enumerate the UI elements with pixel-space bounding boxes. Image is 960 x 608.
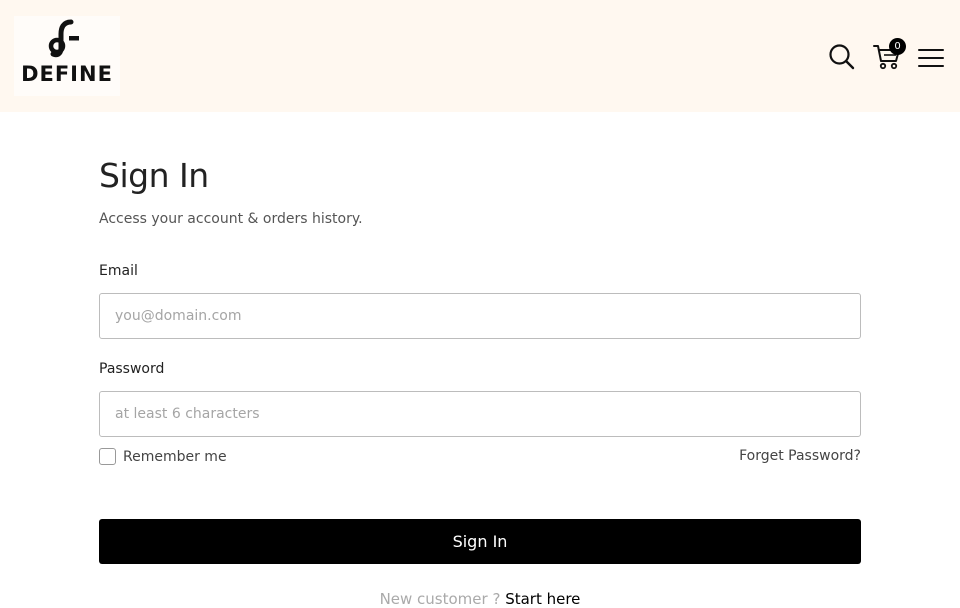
logo-mark-icon [48,19,79,58]
signup-prompt: New customer ? Start here [99,590,861,608]
sign-in-button[interactable]: Sign In [99,519,861,564]
password-field[interactable] [99,391,861,437]
email-field[interactable] [99,293,861,339]
search-icon[interactable] [827,42,857,72]
cart-count-badge: 0 [889,38,906,55]
forgot-password-link[interactable]: Forget Password? [739,448,861,464]
remember-me-toggle[interactable]: Remember me [99,448,227,465]
hamburger-menu-icon[interactable] [917,44,947,74]
brand-logo[interactable]: DEFINE [14,16,120,96]
page-title: Sign In [99,156,209,195]
site-header: DEFINE 0 [0,0,960,112]
password-label: Password [99,361,165,377]
signup-prefix: New customer ? [379,590,501,608]
remember-me-checkbox[interactable] [99,448,116,465]
email-label: Email [99,263,138,279]
logo-text: DEFINE [21,62,113,86]
start-here-link[interactable]: Start here [505,590,580,608]
page-subtitle: Access your account & orders history. [99,211,363,227]
remember-me-label: Remember me [123,448,227,465]
